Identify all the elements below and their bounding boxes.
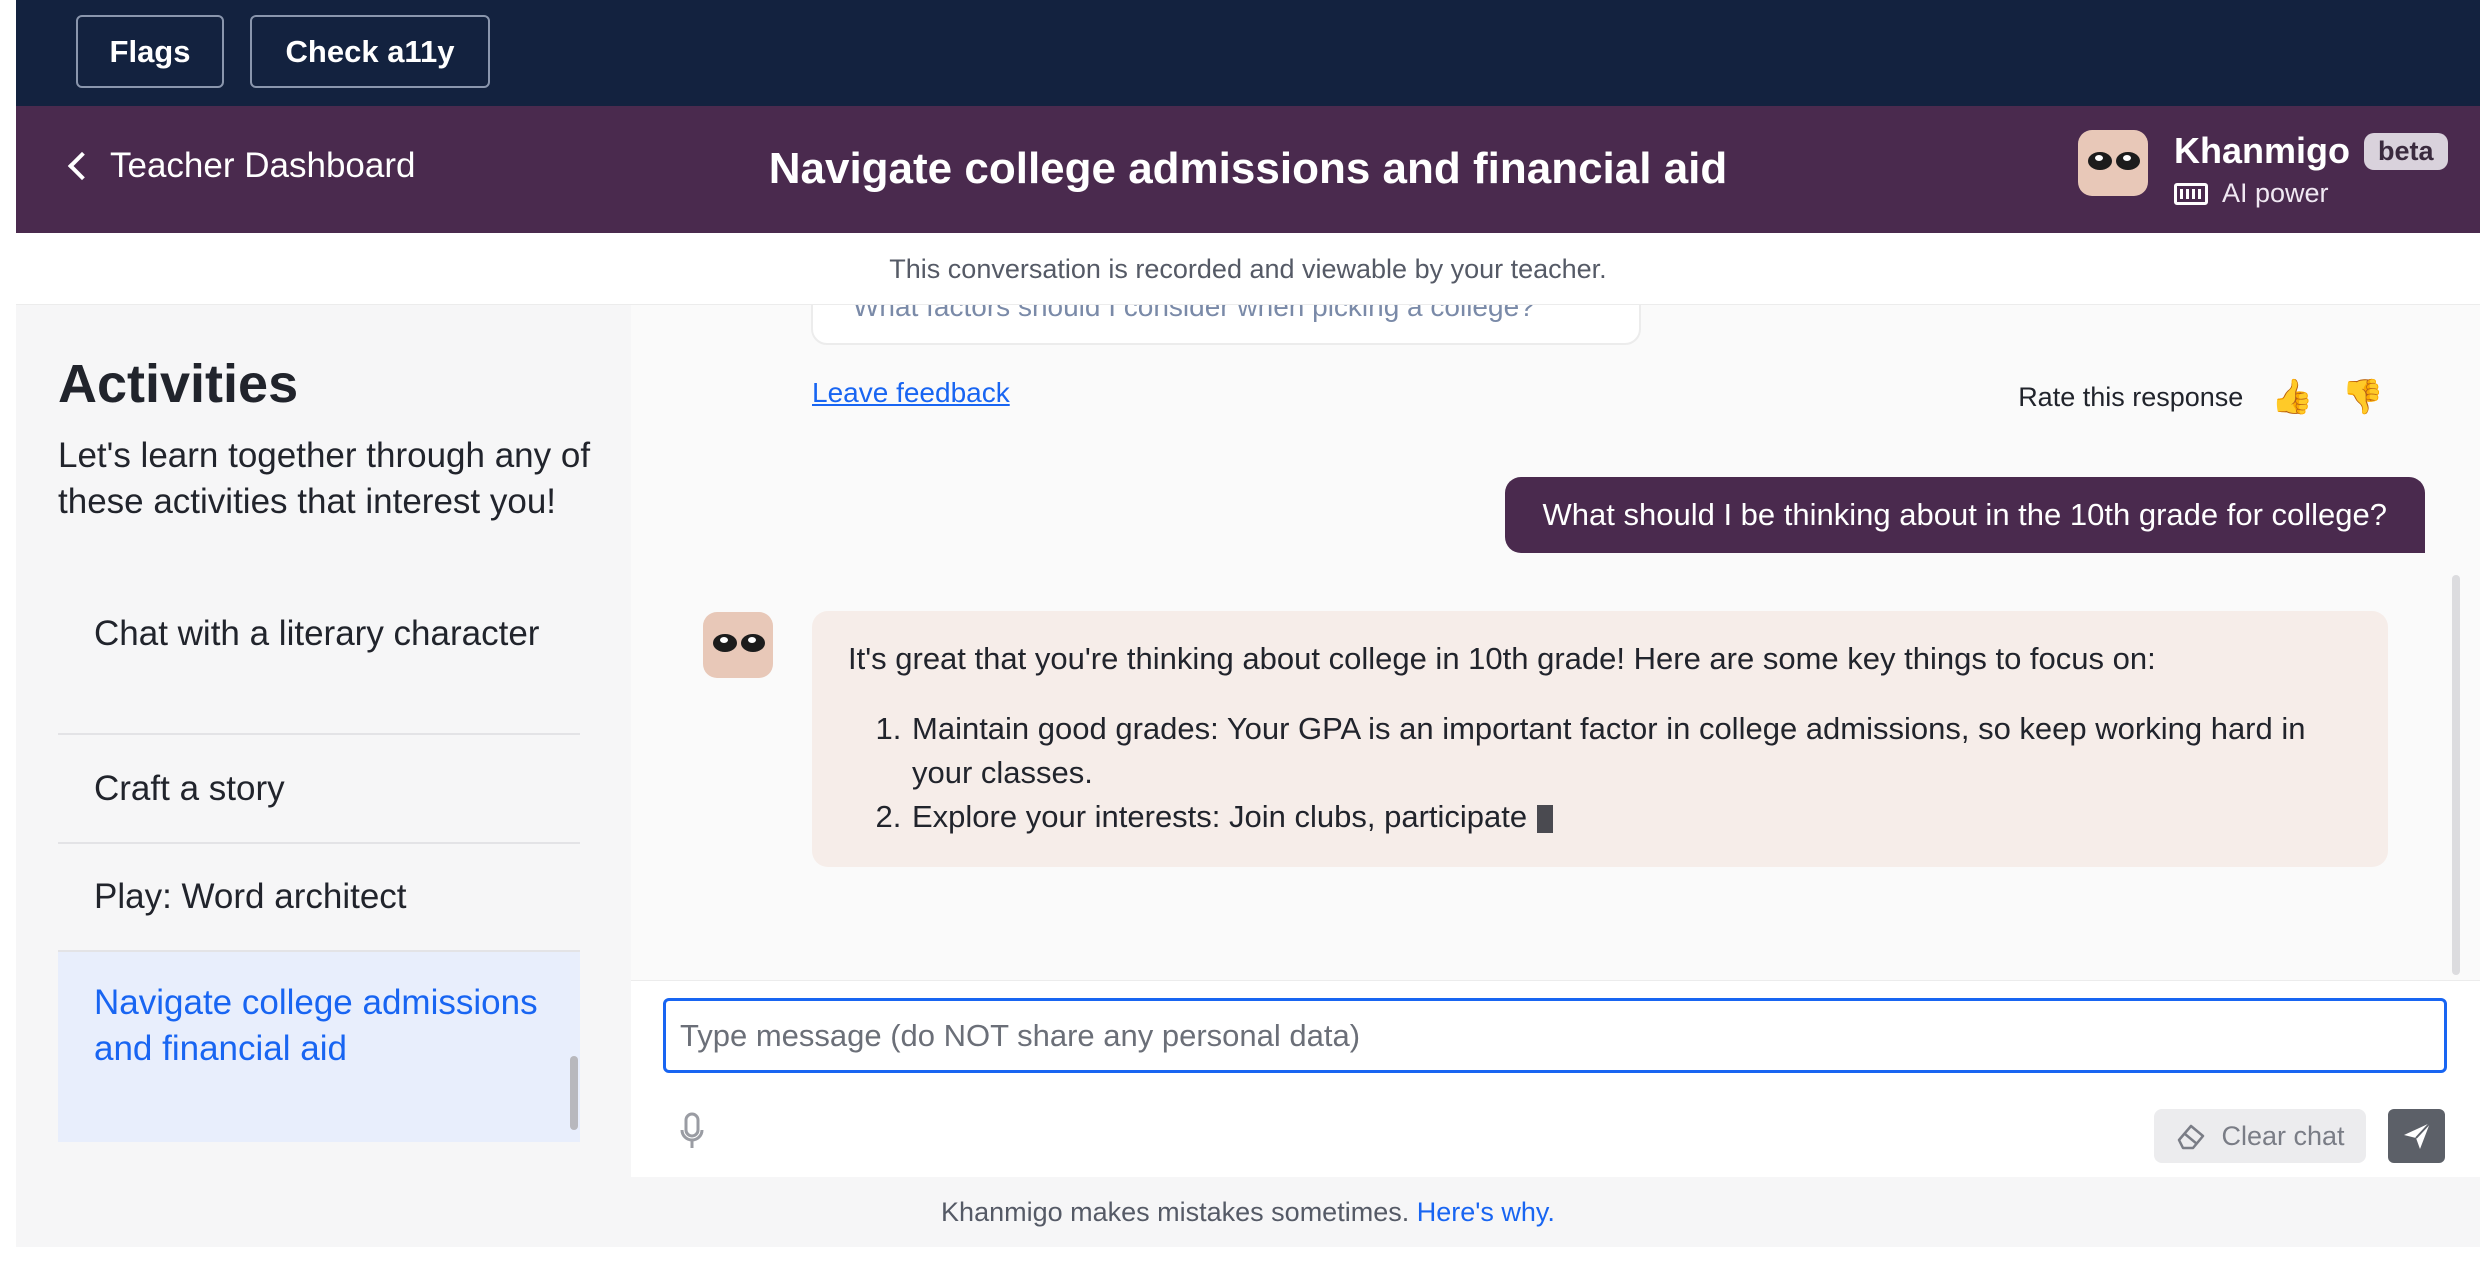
bot-message: It's great that you're thinking about co… bbox=[812, 611, 2388, 867]
rate-label: Rate this response bbox=[2018, 381, 2244, 412]
heres-why-link[interactable]: Here's why. bbox=[1417, 1197, 1555, 1227]
brand-name: Khanmigo bbox=[2174, 130, 2350, 171]
message-composer: Clear chat bbox=[631, 980, 2480, 1177]
rate-response: Rate this response 👍 👎 bbox=[2018, 377, 2384, 417]
activity-item-word-architect[interactable]: Play: Word architect bbox=[58, 844, 580, 952]
previous-suggestion-text: What factors should I consider when pick… bbox=[853, 305, 1535, 322]
send-icon bbox=[2403, 1122, 2431, 1149]
activity-item-college-admissions[interactable]: Navigate college admissions and financia… bbox=[58, 952, 580, 1142]
page-header: Teacher Dashboard Navigate college admis… bbox=[16, 106, 2480, 233]
thumbs-down-icon[interactable]: 👎 bbox=[2342, 377, 2384, 417]
bot-point-streaming: Explore your interests: Join clubs, part… bbox=[910, 795, 2352, 839]
clear-chat-button[interactable]: Clear chat bbox=[2154, 1109, 2366, 1163]
thumbs-up-icon[interactable]: 👍 bbox=[2271, 377, 2313, 417]
ai-power-label: AI power bbox=[2222, 178, 2329, 208]
clear-chat-label: Clear chat bbox=[2221, 1120, 2345, 1151]
recording-notice: This conversation is recorded and viewab… bbox=[16, 233, 2480, 305]
chat-log: What factors should I consider when pick… bbox=[631, 305, 2480, 980]
chevron-left-icon bbox=[67, 151, 97, 181]
chat-scrollbar[interactable] bbox=[2452, 575, 2460, 975]
footer-disclaimer: Khanmigo makes mistakes sometimes. Here'… bbox=[16, 1177, 2480, 1247]
khanmigo-brand: Khanmigo beta AI power bbox=[2078, 130, 2448, 209]
activity-item-craft-story[interactable]: Craft a story bbox=[58, 735, 580, 844]
beta-badge: beta bbox=[2364, 132, 2448, 170]
activities-sidebar: Activities Let's learn together through … bbox=[16, 305, 631, 1177]
back-to-teacher-dashboard[interactable]: Teacher Dashboard bbox=[64, 146, 415, 186]
disclaimer-text: Khanmigo makes mistakes sometimes. bbox=[941, 1197, 1410, 1227]
previous-suggestion-bubble[interactable]: What factors should I consider when pick… bbox=[811, 305, 1641, 345]
back-label: Teacher Dashboard bbox=[110, 146, 416, 185]
ai-power-indicator: AI power bbox=[2174, 178, 2448, 209]
dev-toolbar: Flags Check a11y bbox=[16, 0, 2480, 106]
leave-feedback-link[interactable]: Leave feedback bbox=[812, 377, 1010, 409]
activities-list: Chat with a literary character Craft a s… bbox=[58, 605, 580, 1142]
battery-icon bbox=[2174, 182, 2208, 205]
send-button[interactable] bbox=[2388, 1109, 2445, 1163]
microphone-icon[interactable] bbox=[679, 1112, 705, 1157]
check-a11y-button[interactable]: Check a11y bbox=[250, 15, 490, 88]
khanmigo-avatar-icon bbox=[703, 612, 773, 678]
bot-points-list: Maintain good grades: Your GPA is an imp… bbox=[848, 707, 2352, 839]
bot-point: Maintain good grades: Your GPA is an imp… bbox=[910, 707, 2352, 795]
activity-item-literary-character[interactable]: Chat with a literary character bbox=[58, 605, 580, 735]
typing-cursor bbox=[1537, 804, 1554, 833]
sidebar-scrollbar[interactable] bbox=[570, 1056, 578, 1130]
eraser-icon bbox=[2178, 1124, 2205, 1150]
message-input[interactable] bbox=[663, 998, 2447, 1073]
user-message: What should I be thinking about in the 1… bbox=[1504, 477, 2425, 553]
activities-subtitle: Let's learn together through any of thes… bbox=[58, 436, 591, 521]
bot-intro: It's great that you're thinking about co… bbox=[848, 641, 2156, 676]
flags-button[interactable]: Flags bbox=[76, 15, 224, 88]
khanmigo-mascot-icon bbox=[2078, 130, 2148, 196]
activities-title: Activities bbox=[58, 354, 299, 414]
